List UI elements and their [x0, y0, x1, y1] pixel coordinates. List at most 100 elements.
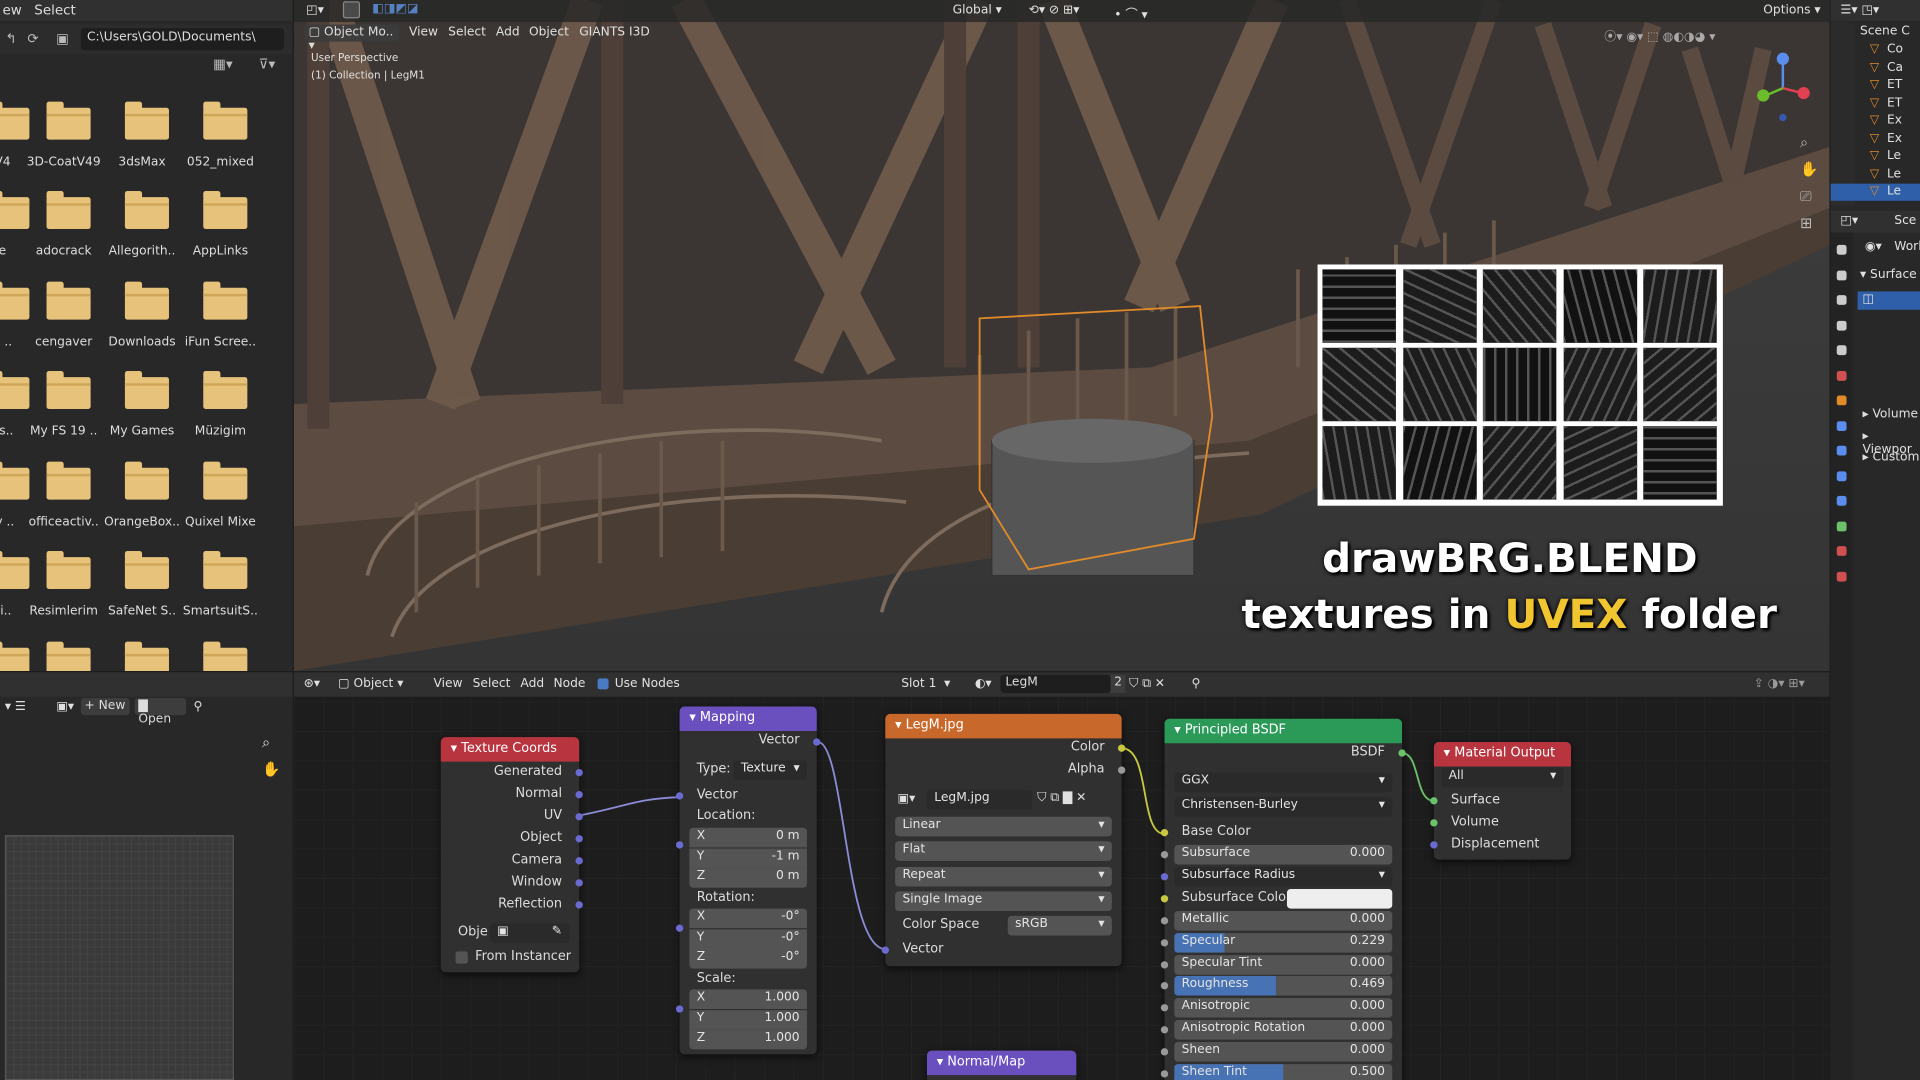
menu-select[interactable]: Select [34, 2, 76, 18]
panel-section[interactable]: ▸ Volume [1862, 408, 1918, 421]
editor-type-icon[interactable]: ☰▾ ◳▾ [1840, 4, 1879, 17]
location-socket[interactable] [675, 841, 684, 849]
input-socket[interactable] [1160, 1026, 1169, 1034]
input-socket[interactable] [1430, 841, 1438, 849]
editor-type-icon[interactable]: ◰▾ [306, 4, 324, 17]
menu-giants[interactable]: GIANTS I3D [579, 26, 650, 39]
property-tab-icon[interactable] [1836, 295, 1847, 305]
folder-item[interactable]: Resimlerim [24, 550, 102, 636]
3d-viewport[interactable]: ◰▾ ◧◨◩◪ Global ▾ ⟲▾ ⊘ ⊞▾ • ⌒ ▾ Options ▾… [293, 0, 1830, 672]
outliner-item[interactable]: ▽ Ex [1831, 130, 1920, 147]
input-socket[interactable] [1160, 1048, 1169, 1056]
material-browse-icon[interactable]: ◐▾ [975, 677, 992, 690]
folder-item[interactable] [181, 640, 259, 672]
eyedropper-icon[interactable]: ✎ [552, 924, 562, 937]
property-tab-icon[interactable] [1836, 445, 1847, 456]
texture-coords-node[interactable]: ▾ Texture Coords Generated Normal UV Object… [440, 737, 583, 973]
sss-method-dropdown[interactable]: Christensen-Burley ▾ [1174, 797, 1393, 817]
slot-dropdown[interactable]: Slot 1 ▾ [901, 677, 950, 690]
pin-icon[interactable]: ⚲ [1191, 677, 1200, 690]
pin-icon[interactable]: ⚲ [193, 700, 202, 713]
anisotropic-rotation-slider[interactable]: Anisotropic Rotation 0.000 [1174, 1020, 1393, 1040]
subsurface-radius-dropdown[interactable]: Subsurface Radius ▾ [1174, 866, 1393, 887]
property-tab-icon[interactable] [1836, 470, 1847, 481]
pivot-icon[interactable]: ⟲▾ ⊘ ⊞▾ [1029, 4, 1080, 17]
rot-z-field[interactable]: Z -0° [689, 948, 807, 969]
menu-add[interactable]: Add [520, 677, 544, 690]
mode-dropdown[interactable]: ▢ Object Mo.. ▾ [303, 24, 400, 53]
hamburger-icon[interactable]: ▾ ☰ [5, 700, 26, 713]
anisotropic-slider[interactable]: Anisotropic 0.000 [1174, 998, 1393, 1018]
output-socket[interactable] [575, 901, 583, 909]
refresh-icon[interactable]: ⟳ [22, 28, 44, 50]
specular-slider[interactable]: Specular 0.229 [1174, 932, 1393, 953]
subsurface-slider[interactable]: Subsurface 0.000 [1174, 844, 1393, 865]
image-browse-icon[interactable]: ▣▾ [56, 700, 74, 713]
input-socket[interactable] [1160, 1070, 1169, 1078]
menu-object[interactable]: Object [529, 26, 569, 39]
path-input[interactable]: C:\Users\GOLD\Documents\ [80, 28, 285, 51]
bsdf-output-socket[interactable] [1398, 749, 1406, 757]
property-tab-icon[interactable] [1836, 370, 1847, 381]
folder-item[interactable]: Downloads [103, 280, 181, 366]
scl-z-field[interactable]: Z 1.000 [689, 1029, 807, 1050]
input-socket[interactable] [1160, 938, 1169, 947]
filter-icon[interactable]: ⊽▾ [250, 54, 284, 76]
property-tab-icon[interactable] [1836, 244, 1847, 255]
menu-node[interactable]: Node [553, 677, 585, 690]
material-name-field[interactable]: LegM [1000, 674, 1111, 694]
projection-dropdown[interactable]: Flat ▾ [895, 841, 1112, 861]
header-right-icons[interactable]: ⇪ ◑▾ ⊞▾ [1753, 677, 1804, 690]
input-socket[interactable] [1160, 894, 1169, 903]
sheen-slider[interactable]: Sheen 0.000 [1174, 1042, 1393, 1062]
folder-item[interactable] [103, 640, 181, 672]
input-socket[interactable] [1160, 851, 1169, 859]
image-name-field[interactable]: LegM.jpg [926, 789, 1033, 810]
input-socket[interactable] [1430, 819, 1438, 827]
options-dropdown[interactable]: Options ▾ [1763, 4, 1820, 17]
target-dropdown[interactable]: All ▾ [1441, 767, 1564, 788]
select-tool-icon[interactable] [342, 1, 361, 19]
rotation-socket[interactable] [675, 924, 684, 932]
principled-bsdf-node[interactable]: ▾ Principled BSDF BSDF GGX ▾ Christensen-… [1160, 718, 1406, 1080]
properties-type-icon[interactable]: ◰▾ [1840, 214, 1858, 227]
outliner-item[interactable]: ▽ Ca [1831, 59, 1920, 76]
input-socket[interactable] [1160, 916, 1169, 925]
property-tab-icon[interactable] [1836, 546, 1847, 556]
display-mode-icon[interactable]: ▦▾ [206, 54, 240, 76]
new-button[interactable]: + New [80, 697, 130, 716]
loc-z-field[interactable]: Z 0 m [689, 868, 807, 888]
from-instancer-checkbox[interactable] [455, 951, 468, 964]
loc-x-field[interactable]: X 0 m [689, 827, 807, 848]
folder-item[interactable]: Quixel Mixe [181, 460, 259, 546]
sheen-tint-slider[interactable]: Sheen Tint 0.500 [1174, 1064, 1393, 1080]
output-socket[interactable] [575, 857, 583, 865]
alpha-output-socket[interactable] [1117, 766, 1126, 774]
property-tab-icon[interactable] [1836, 320, 1847, 331]
outliner-item[interactable]: ▽ Co [1831, 42, 1920, 59]
image-actions-icons[interactable]: ⛉ ⧉ ▇ ✕ [1037, 791, 1086, 804]
metallic-slider[interactable]: Metallic 0.000 [1174, 910, 1393, 931]
scl-x-field[interactable]: X 1.000 [689, 989, 807, 1009]
navigation-gizmo[interactable] [1751, 49, 1812, 122]
back-icon[interactable]: ↰ [0, 28, 22, 50]
output-socket[interactable] [575, 791, 583, 799]
material-output-node[interactable]: ▾ Material Output All ▾ Surface Volume Disp… [1430, 742, 1572, 860]
vector-input-socket[interactable] [675, 792, 684, 800]
world-icon[interactable]: ◉▾ [1865, 240, 1882, 253]
menu-view[interactable]: View [433, 677, 462, 690]
folder-item[interactable]: SmartsuitS.. [181, 550, 259, 636]
property-tab-icon[interactable] [1836, 420, 1847, 431]
folder-item[interactable]: My Games [103, 370, 181, 456]
new-folder-icon[interactable]: ▣ [51, 28, 73, 50]
property-tab-icon[interactable] [1836, 345, 1847, 356]
loc-y-field[interactable]: Y -1 m [689, 847, 807, 868]
folder-item[interactable]: 052_mixed [181, 100, 259, 186]
surface-shader-field[interactable]: ◫ [1857, 291, 1920, 310]
outliner-item[interactable]: ▽ Ex [1831, 113, 1920, 130]
folder-item[interactable]: officeactiv.. [24, 460, 102, 546]
menu-select[interactable]: Select [448, 26, 486, 39]
folder-item[interactable]: OrangeBox.. [103, 460, 181, 546]
input-socket[interactable] [1430, 797, 1438, 805]
viewport-shading-icons[interactable]: ⦿▾ ◉▾ ⬚ ◍◐◑◕ ▾ [1604, 26, 1715, 44]
